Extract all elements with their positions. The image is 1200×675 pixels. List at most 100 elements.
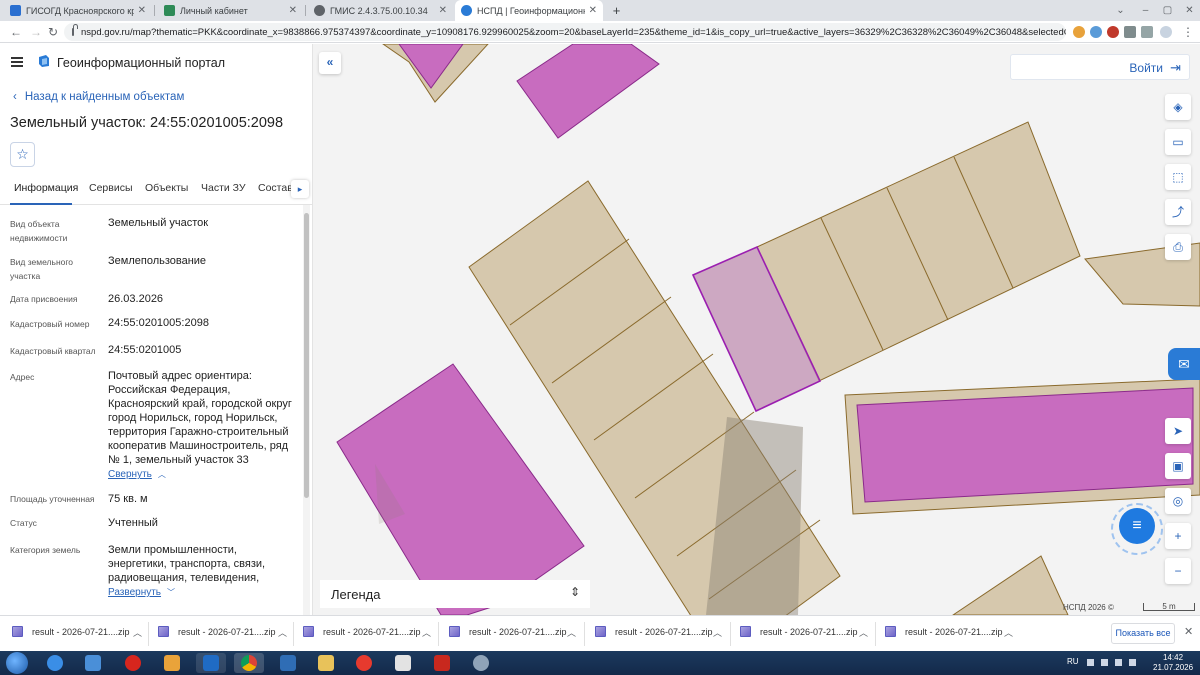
- map-view[interactable]: « Войти ⇥ ◈ ▭ ⬚ ⤴ ⎙ ✉ ➤ ▣ ◎ ≡ + − Легенд…: [313, 44, 1200, 615]
- layers-button[interactable]: ◈: [1165, 94, 1191, 120]
- download-item[interactable]: result - 2026-07-21....zip: [740, 626, 858, 637]
- browser-tab-active[interactable]: НСПД | Геоинформационный п ✕: [455, 0, 603, 21]
- building-footprint[interactable]: [856, 387, 1194, 503]
- zip-file-icon: [595, 626, 606, 637]
- flag-icon[interactable]: [1129, 659, 1136, 666]
- site-favicon-icon: [461, 5, 472, 16]
- identify-button[interactable]: ◎: [1165, 488, 1191, 514]
- acrobat-taskbar-icon[interactable]: [427, 653, 457, 673]
- print-button[interactable]: ⎙: [1165, 234, 1191, 260]
- tab-parts[interactable]: Части ЗУ: [201, 182, 246, 194]
- reload-icon[interactable]: ↻: [48, 25, 58, 39]
- chevron-up-icon[interactable]: ︿: [278, 626, 287, 639]
- new-tab-button[interactable]: +: [609, 3, 624, 18]
- download-item[interactable]: result - 2026-07-21....zip: [303, 626, 421, 637]
- panel-scrollbar[interactable]: [303, 205, 310, 615]
- help-chat-tab-icon[interactable]: ✉: [1168, 348, 1200, 380]
- extension-icon[interactable]: [1107, 26, 1119, 38]
- chevron-up-icon[interactable]: ︿: [713, 626, 722, 639]
- property-label: Вид земельного участка: [10, 257, 74, 281]
- explorer-taskbar-icon[interactable]: [311, 653, 341, 673]
- share-button[interactable]: ⤴: [1165, 199, 1191, 225]
- address-bar[interactable]: nspd.gov.ru/map?thematic=PKK&coordinate_…: [64, 23, 1066, 41]
- chevron-up-icon[interactable]: ︿: [422, 626, 431, 639]
- my-location-button[interactable]: ➤: [1165, 418, 1191, 444]
- tray-icon[interactable]: [1087, 659, 1094, 666]
- chevron-up-icon[interactable]: ︿: [567, 626, 576, 639]
- ie-taskbar-icon[interactable]: [40, 653, 70, 673]
- building-footprint[interactable]: [336, 363, 585, 615]
- tab-search-icon[interactable]: ⌄: [1113, 3, 1128, 18]
- app-taskbar-icon[interactable]: [273, 653, 303, 673]
- collapse-panel-button[interactable]: «: [319, 52, 341, 74]
- forward-arrow-icon[interactable]: →: [30, 25, 42, 39]
- back-to-results-link[interactable]: ‹ Назад к найденным объектам: [13, 91, 184, 103]
- download-item[interactable]: result - 2026-07-21....zip: [12, 626, 130, 637]
- start-button[interactable]: [6, 652, 28, 674]
- close-tab-icon[interactable]: ✕: [589, 5, 597, 16]
- select-area-button[interactable]: ⬚: [1165, 164, 1191, 190]
- chevron-up-icon[interactable]: ︿: [859, 626, 868, 639]
- minimap-button[interactable]: ▣: [1165, 453, 1191, 479]
- maximize-icon[interactable]: ▢: [1160, 3, 1175, 18]
- chat-button[interactable]: ≡: [1119, 508, 1155, 544]
- map-canvas[interactable]: [313, 44, 1200, 615]
- land-parcel-row[interactable]: [756, 121, 1081, 382]
- system-clock[interactable]: 14:42 21.07.2026: [1153, 653, 1193, 673]
- puzzle-icon[interactable]: [1124, 26, 1136, 38]
- minimize-icon[interactable]: –: [1138, 3, 1153, 18]
- language-indicator[interactable]: RU: [1067, 657, 1079, 666]
- network-icon[interactable]: [1101, 659, 1108, 666]
- favorite-star-button[interactable]: ☆: [10, 142, 35, 167]
- close-downloads-icon[interactable]: ✕: [1184, 625, 1193, 638]
- chevron-up-icon[interactable]: ︿: [1004, 626, 1013, 639]
- menu-dots-icon[interactable]: ⋮: [1182, 25, 1194, 39]
- tab-objects[interactable]: Объекты: [145, 182, 188, 194]
- browser-tab[interactable]: ГМИС 2.4.3.75.00.10.34 ✕: [308, 0, 453, 21]
- browser-tab[interactable]: Личный кабинет ✕: [158, 0, 303, 21]
- os-taskbar: RU 14:42 21.07.2026: [0, 651, 1200, 675]
- building-footprint[interactable]: [516, 44, 660, 139]
- tab-information[interactable]: Информация: [14, 182, 78, 194]
- zoom-out-button[interactable]: −: [1165, 558, 1191, 584]
- app-taskbar-icon[interactable]: [78, 653, 108, 673]
- zoom-in-button[interactable]: +: [1165, 523, 1191, 549]
- close-window-icon[interactable]: ✕: [1182, 3, 1197, 18]
- measure-ruler-button[interactable]: ▭: [1165, 129, 1191, 155]
- download-item[interactable]: result - 2026-07-21....zip: [449, 626, 567, 637]
- close-tab-icon[interactable]: ✕: [289, 5, 297, 16]
- expand-collapse-icon[interactable]: ⇕: [570, 585, 580, 599]
- extension-icon[interactable]: [1090, 26, 1102, 38]
- tab-composition[interactable]: Состав: [258, 182, 293, 194]
- app-taskbar-icon[interactable]: [466, 653, 496, 673]
- close-tab-icon[interactable]: ✕: [439, 5, 447, 16]
- yandex-taskbar-icon[interactable]: [349, 653, 379, 673]
- sidebar-icon[interactable]: [1141, 26, 1153, 38]
- show-all-downloads-button[interactable]: Показать все: [1111, 623, 1175, 644]
- download-item[interactable]: result - 2026-07-21....zip: [885, 626, 1003, 637]
- media-player-taskbar-icon[interactable]: [157, 653, 187, 673]
- chevron-up-icon[interactable]: ︿: [133, 626, 142, 639]
- opera-taskbar-icon[interactable]: [118, 653, 148, 673]
- legend-panel[interactable]: Легенда ⇕: [320, 580, 590, 608]
- 7zip-taskbar-icon[interactable]: [388, 653, 418, 673]
- close-tab-icon[interactable]: ✕: [138, 5, 146, 16]
- property-value: 75 кв. м: [108, 493, 148, 505]
- extension-icon[interactable]: [1073, 26, 1085, 38]
- outlook-taskbar-icon[interactable]: [196, 653, 226, 673]
- scrollbar-thumb[interactable]: [304, 213, 309, 498]
- land-parcel[interactable]: [952, 555, 1069, 615]
- browser-tab[interactable]: ГИСОГД Красноярского края ✕: [4, 0, 152, 21]
- back-arrow-icon[interactable]: ←: [10, 25, 22, 39]
- expand-category-link[interactable]: Развернуть ﹀: [108, 587, 175, 598]
- collapse-address-link[interactable]: Свернуть ︿: [108, 469, 166, 480]
- volume-icon[interactable]: [1115, 659, 1122, 666]
- tab-services[interactable]: Сервисы: [89, 182, 133, 194]
- tabs-scroll-right-button[interactable]: ▸: [291, 180, 309, 198]
- hamburger-menu-icon[interactable]: [11, 57, 23, 67]
- download-item[interactable]: result - 2026-07-21....zip: [595, 626, 713, 637]
- download-item[interactable]: result - 2026-07-21....zip: [158, 626, 276, 637]
- login-button[interactable]: Войти ⇥: [1010, 54, 1190, 80]
- avatar[interactable]: [1160, 26, 1172, 38]
- chrome-taskbar-icon[interactable]: [234, 653, 264, 673]
